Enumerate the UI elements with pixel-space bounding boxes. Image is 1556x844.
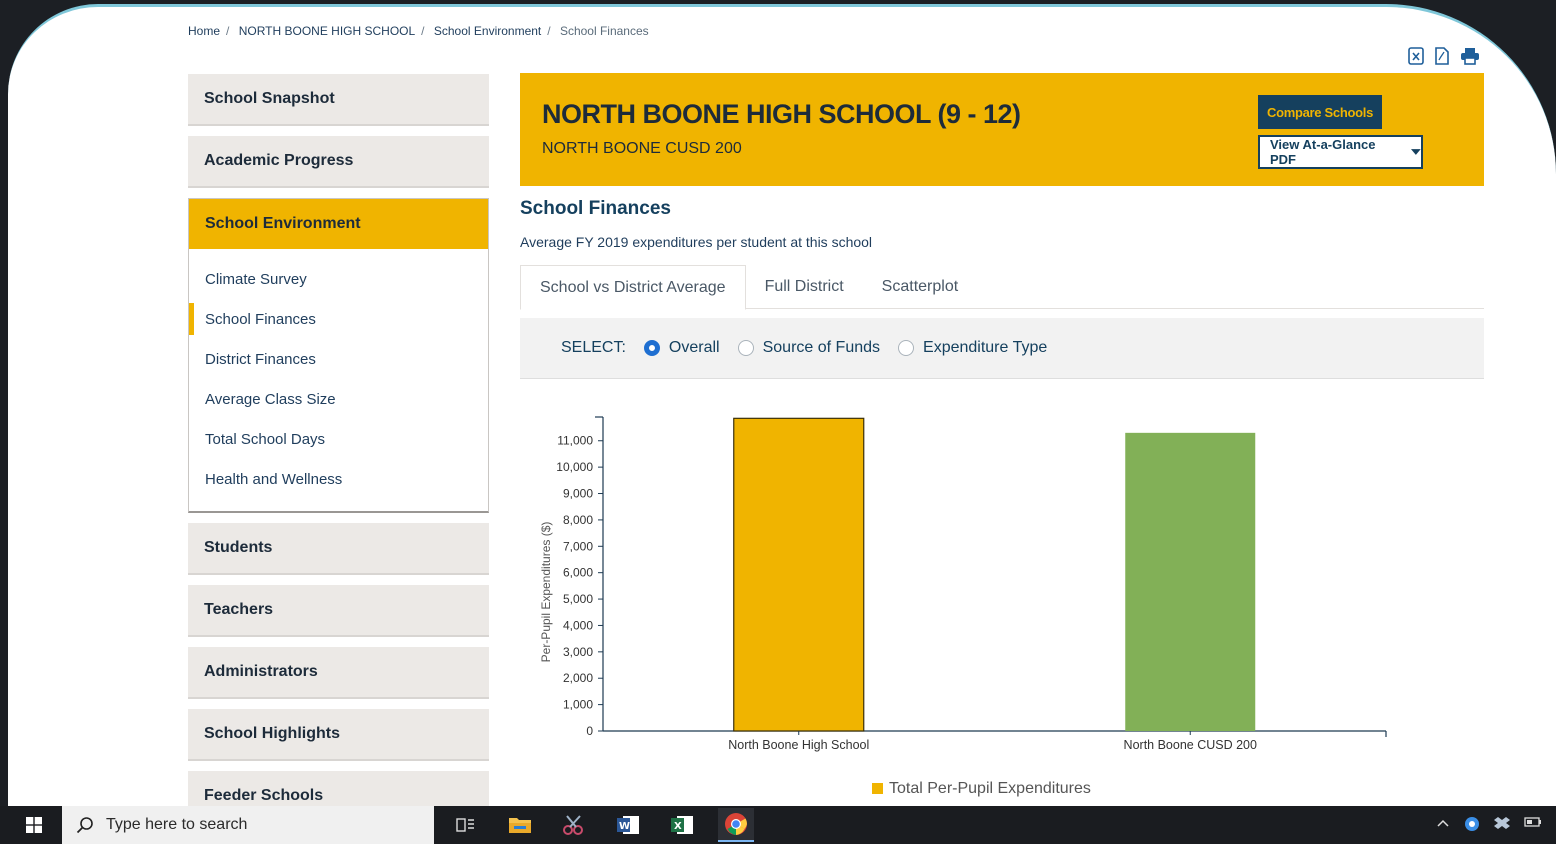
compare-schools-button[interactable]: Compare Schools [1258,95,1382,129]
chrome-icon[interactable] [718,808,754,842]
windows-start-icon[interactable] [26,817,42,833]
sidebar-sub-climate-survey[interactable]: Climate Survey [189,259,488,299]
sidebar-submenu: Climate Survey School Finances District … [189,249,488,511]
school-name: NORTH BOONE HIGH SCHOOL (9 - 12) [542,99,1021,129]
taskbar-search-placeholder: Type here to search [106,816,248,833]
sidebar-item-teachers[interactable]: Teachers [188,585,489,637]
snipping-tool-icon[interactable] [556,808,592,842]
x-tick-label: North Boone CUSD 200 [1124,738,1257,752]
bar-chart: 0 1,000 2,000 3,000 4,000 5,000 6,000 7,000 8,00… [539,416,1387,797]
y-tick-label: 0 [586,724,593,738]
chart-container: 0 1,000 2,000 3,000 4,000 5,000 6,000 7,000 8,00… [520,387,1484,806]
sidebar-sub-health-wellness[interactable]: Health and Wellness [189,459,488,499]
sidebar-sub-school-finances[interactable]: School Finances [189,299,488,339]
section-title: School Finances [520,198,671,219]
sidebar-sub-average-class-size[interactable]: Average Class Size [189,379,488,419]
print-icon[interactable] [1460,47,1480,65]
search-icon [76,817,93,834]
svg-text:X: X [674,821,682,832]
sidebar-nav: School Snapshot Academic Progress School… [188,74,489,806]
battery-icon[interactable] [1524,816,1542,828]
dropbox-icon[interactable] [1494,816,1510,830]
breadcrumb-environment[interactable]: School Environment [434,24,541,38]
taskbar-search[interactable]: Type here to search [62,806,434,844]
chevron-up-icon[interactable] [1436,816,1450,830]
network-globe-icon[interactable] [1464,816,1480,832]
x-tick-label: North Boone High School [728,738,869,752]
sidebar-group-school-environment: School Environment Climate Survey School… [188,198,489,513]
pdf-icon[interactable] [1434,47,1450,65]
y-tick-label: 9,000 [563,487,593,501]
legend-swatch [872,783,883,794]
sidebar-item-school-environment[interactable]: School Environment [189,199,488,249]
bar [733,417,865,732]
sidebar-item-students[interactable]: Students [188,523,489,575]
breadcrumb: Home / NORTH BOONE HIGH SCHOOL / School En… [188,24,649,38]
task-view-icon[interactable] [448,808,484,842]
y-axis-label: Per-Pupil Expenditures ($) [539,522,553,663]
system-tray [1436,816,1542,832]
word-icon[interactable]: W [610,808,646,842]
y-tick-label: 10,000 [556,460,593,474]
radio-source-of-funds[interactable]: Source of Funds [737,339,881,357]
y-tick-label: 11,000 [557,434,593,448]
sidebar-item-administrators[interactable]: Administrators [188,647,489,699]
browser-page: Home / NORTH BOONE HIGH SCHOOL / School En… [8,4,1556,806]
file-explorer-icon[interactable] [502,808,538,842]
radio-expenditure-type[interactable]: Expenditure Type [898,339,1047,357]
breadcrumb-current: School Finances [559,24,649,38]
y-tick-label: 3,000 [563,645,593,659]
y-tick-label: 8,000 [563,513,593,527]
breadcrumb-school[interactable]: NORTH BOONE HIGH SCHOOL [239,24,415,38]
section-subtitle: Average FY 2019 expenditures per student… [520,234,873,250]
radio-overall-label: Overall [668,339,720,356]
sidebar-item-academic-progress[interactable]: Academic Progress [188,136,489,188]
legend-label: Total Per-Pupil Expenditures [889,780,1091,797]
chart-tabs: School vs District Average Full District… [520,265,1484,310]
y-tick-label: 5,000 [563,592,593,606]
tab-scatterplot[interactable]: Scatterplot [863,265,977,309]
taskbar-apps: W X [448,808,754,842]
district-name: NORTH BOONE CUSD 200 [542,140,742,157]
view-pdf-label: View At-a-Glance PDF [1270,137,1376,167]
sidebar-sub-total-school-days[interactable]: Total School Days [189,419,488,459]
bar [1125,432,1256,731]
select-label: SELECT: [561,339,626,356]
excel-app-icon[interactable]: X [664,808,700,842]
caret-down-icon [1411,149,1421,155]
y-tick-label: 6,000 [563,566,593,580]
radio-dot[interactable] [898,340,915,356]
svg-text:W: W [619,821,630,832]
windows-taskbar: Type here to search W X [0,806,1556,844]
sidebar-item-feeder-schools[interactable]: Feeder Schools [188,771,489,806]
y-tick-label: 1,000 [563,698,593,712]
radio-overall[interactable]: Overall [643,339,720,357]
tab-full-district[interactable]: Full District [746,265,863,309]
select-bar: SELECT: Overall Source of Funds Expendit… [520,318,1484,379]
breadcrumb-home[interactable]: Home [188,24,220,38]
radio-dot[interactable] [737,340,754,356]
y-tick-label: 2,000 [563,671,593,685]
view-pdf-dropdown[interactable]: View At-a-Glance PDF [1258,135,1423,169]
y-tick-label: 4,000 [563,618,593,632]
sidebar-item-school-highlights[interactable]: School Highlights [188,709,489,761]
export-toolbar [1408,47,1480,65]
excel-icon[interactable] [1408,47,1424,65]
radio-source-label: Source of Funds [762,339,881,356]
y-tick-label: 7,000 [563,539,593,553]
sidebar-item-school-snapshot[interactable]: School Snapshot [188,74,489,126]
radio-expenditure-label: Expenditure Type [923,339,1048,356]
school-banner: NORTH BOONE HIGH SCHOOL (9 - 12) NORTH B… [520,73,1484,186]
sidebar-sub-district-finances[interactable]: District Finances [189,339,488,379]
tab-school-vs-district[interactable]: School vs District Average [520,265,746,310]
radio-dot-selected[interactable] [643,340,660,356]
